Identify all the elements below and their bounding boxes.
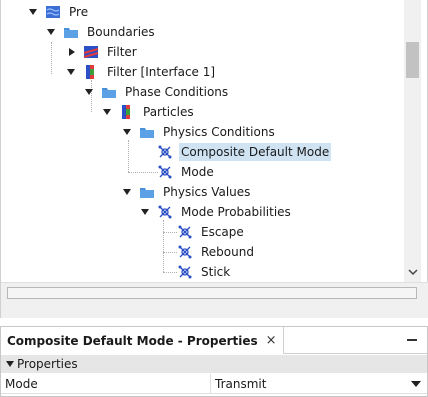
- tree-item-composite-default-mode[interactable]: Composite Default Mode: [157, 142, 332, 162]
- tree-item-phase-conditions[interactable]: Phase Conditions: [83, 82, 230, 102]
- tree-guide: [163, 252, 177, 253]
- simulation-tree-panel: Pre Boundaries Filter Filter [Interface …: [0, 0, 428, 318]
- tree-item-escape[interactable]: Escape: [177, 222, 246, 242]
- close-icon[interactable]: ×: [266, 333, 277, 348]
- tree-item-label: Filter: [107, 45, 137, 59]
- condition-icon: [157, 164, 173, 180]
- tree-item-particles[interactable]: Particles: [101, 102, 196, 122]
- tree-item-physics-conditions[interactable]: Physics Conditions: [121, 122, 277, 142]
- property-row-mode[interactable]: Mode Transmit: [1, 373, 427, 394]
- condition-icon: [177, 244, 193, 260]
- region-icon: [45, 4, 61, 20]
- tree-guide: [163, 272, 177, 273]
- expanded-arrow-icon[interactable]: [139, 206, 151, 218]
- horizontal-scroll-area: [1, 282, 428, 318]
- condition-icon: [177, 264, 193, 280]
- tree-item-label: Particles: [143, 105, 194, 119]
- tree-item-label: Stick: [201, 265, 231, 279]
- property-name: Mode: [1, 373, 211, 394]
- properties-section-header[interactable]: Properties: [1, 355, 427, 373]
- section-label: Properties: [17, 357, 78, 371]
- expanded-arrow-icon[interactable]: [121, 186, 133, 198]
- tree-item-pre[interactable]: Pre: [27, 2, 90, 22]
- vertical-scrollbar-thumb[interactable]: [406, 42, 419, 78]
- tree-item-label: Pre: [69, 5, 89, 19]
- expanded-arrow-icon[interactable]: [101, 106, 113, 118]
- vertical-scrollbar[interactable]: [404, 0, 421, 282]
- folder-icon: [101, 84, 117, 100]
- horizontal-scrollbar[interactable]: [7, 287, 417, 299]
- tree-item-label: Escape: [201, 225, 244, 239]
- tree-item-stick[interactable]: Stick: [177, 262, 232, 282]
- tree-item-physics-values[interactable]: Physics Values: [121, 182, 252, 202]
- expanded-arrow-icon[interactable]: [5, 359, 15, 369]
- tree-item-label: Mode Probabilities: [181, 205, 291, 219]
- tree-item-label: Physics Conditions: [163, 125, 275, 139]
- tree-item-mode[interactable]: Mode: [157, 162, 216, 182]
- tree-item-filter[interactable]: Filter: [65, 42, 139, 62]
- tree-guide: [51, 42, 52, 74]
- interface-boundary-icon: [83, 64, 99, 80]
- tree-item-boundaries[interactable]: Boundaries: [45, 22, 157, 42]
- expanded-arrow-icon[interactable]: [121, 126, 133, 138]
- tree-item-rebound[interactable]: Rebound: [177, 242, 256, 262]
- folder-icon: [139, 184, 155, 200]
- boundary-icon: [83, 44, 99, 60]
- dropdown-arrow-icon[interactable]: [411, 380, 421, 387]
- property-value: Transmit: [215, 376, 267, 391]
- tree-guide: [128, 172, 158, 173]
- expanded-arrow-icon[interactable]: [45, 26, 57, 38]
- simulation-tree: Pre Boundaries Filter Filter [Interface …: [1, 0, 404, 282]
- properties-tab[interactable]: Composite Default Mode - Properties ×: [1, 327, 284, 354]
- tree-item-label: Mode: [181, 165, 214, 179]
- tree-item-label: Physics Values: [163, 185, 251, 199]
- condition-icon: [157, 144, 173, 160]
- tree-item-mode-probabilities[interactable]: Mode Probabilities: [139, 202, 293, 222]
- tree-item-label: Phase Conditions: [125, 85, 229, 99]
- tree-item-label: Composite Default Mode: [179, 143, 332, 161]
- tree-item-label: Rebound: [201, 245, 254, 259]
- tree-item-label: Boundaries: [87, 25, 155, 39]
- expanded-arrow-icon[interactable]: [65, 66, 77, 78]
- scroll-down-arrow-icon[interactable]: [408, 266, 418, 276]
- tree-guide: [128, 140, 129, 172]
- condition-icon: [157, 204, 173, 220]
- phase-icon: [119, 104, 135, 120]
- properties-panel: Composite Default Mode - Properties × Pr…: [0, 326, 428, 397]
- folder-icon: [139, 124, 155, 140]
- expanded-arrow-icon[interactable]: [83, 86, 95, 98]
- folder-icon: [63, 24, 79, 40]
- tree-guide: [163, 220, 164, 272]
- tree-item-filter-interface[interactable]: Filter [Interface 1]: [65, 62, 217, 82]
- tree-guide: [163, 232, 177, 233]
- properties-title: Composite Default Mode - Properties: [7, 333, 258, 348]
- collapsed-arrow-icon[interactable]: [65, 46, 77, 58]
- expanded-arrow-icon[interactable]: [27, 6, 39, 18]
- properties-header: Composite Default Mode - Properties ×: [1, 327, 427, 354]
- tree-item-label: Filter [Interface 1]: [107, 65, 216, 79]
- minimize-icon[interactable]: [407, 339, 417, 341]
- property-value-dropdown[interactable]: Transmit: [211, 374, 427, 394]
- condition-icon: [177, 224, 193, 240]
